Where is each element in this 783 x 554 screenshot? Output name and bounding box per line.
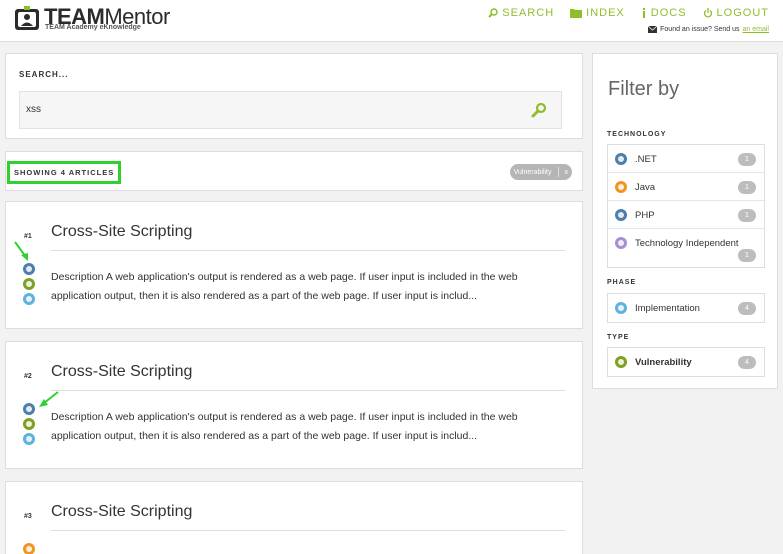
filter-item-java[interactable]: Java 1 bbox=[608, 173, 764, 201]
filter-title: Filter by bbox=[608, 78, 680, 100]
nav-logout-label: LOGOUT bbox=[716, 7, 769, 19]
technology-filter-list: .NET 1 Java 1 PHP 1 Technology Independe… bbox=[607, 144, 765, 268]
vulnerability-icon bbox=[23, 418, 35, 430]
title-divider bbox=[51, 390, 565, 391]
top-header: TEAMMentor TEAM Academy eKnowledge SEARC… bbox=[0, 0, 783, 42]
nav-docs[interactable]: DOCS bbox=[641, 7, 687, 19]
nav-index[interactable]: INDEX bbox=[570, 7, 625, 19]
filter-count-badge: 4 bbox=[738, 356, 756, 369]
filter-count-badge: 4 bbox=[738, 302, 756, 315]
active-filter-tag: Vulnerability x bbox=[509, 164, 572, 180]
article-title-link[interactable]: Cross-Site Scripting bbox=[51, 363, 192, 381]
article-description-line-1: Description A web application's output i… bbox=[51, 411, 518, 423]
tag-separator bbox=[557, 167, 559, 177]
filter-item-label: Technology Independent bbox=[635, 238, 739, 249]
article-number: #1 bbox=[24, 233, 32, 240]
vulnerability-icon bbox=[615, 356, 627, 368]
technology-label: TECHNOLOGY bbox=[607, 131, 667, 138]
search-panel: SEARCH... bbox=[5, 53, 583, 139]
filter-item-label: PHP bbox=[635, 210, 655, 221]
active-filter-label: Vulnerability bbox=[513, 168, 552, 176]
technology-independent-icon bbox=[615, 237, 627, 249]
filter-item-dotnet[interactable]: .NET 1 bbox=[608, 145, 764, 173]
filter-item-php[interactable]: PHP 1 bbox=[608, 201, 764, 229]
issue-text: Found an issue? Send us bbox=[660, 26, 740, 33]
article-title-link[interactable]: Cross-Site Scripting bbox=[51, 503, 192, 521]
brand-tagline: TEAM Academy eKnowledge bbox=[45, 24, 141, 31]
info-icon bbox=[642, 8, 645, 18]
remove-filter-button[interactable]: x bbox=[565, 169, 569, 176]
article-description: Description A web application's output i… bbox=[51, 268, 566, 306]
envelope-icon bbox=[648, 26, 658, 33]
search-input[interactable] bbox=[26, 104, 506, 115]
filter-count-badge: 1 bbox=[738, 249, 756, 262]
nav-index-label: INDEX bbox=[586, 7, 625, 19]
filter-item-label: Java bbox=[635, 182, 656, 193]
implementation-icon bbox=[23, 433, 35, 445]
filter-item-technology-independent[interactable]: Technology Independent 1 bbox=[608, 229, 764, 267]
search-label: SEARCH... bbox=[19, 70, 69, 79]
nav-search[interactable]: SEARCH bbox=[488, 7, 554, 19]
filter-item-label: Implementation bbox=[635, 303, 700, 314]
article-description: Description A web application's output i… bbox=[51, 408, 566, 446]
php-icon bbox=[615, 209, 627, 221]
phase-label: PHASE bbox=[607, 279, 637, 286]
article-description-line-2: application output, then it is also rend… bbox=[51, 430, 478, 442]
java-icon bbox=[23, 543, 35, 554]
showing-count: SHOWING 4 ARTICLES bbox=[7, 161, 122, 184]
team-mentor-logo-icon[interactable] bbox=[14, 6, 40, 32]
vulnerability-icon bbox=[23, 278, 35, 290]
article-number: #2 bbox=[24, 373, 32, 380]
type-label: TYPE bbox=[607, 334, 630, 341]
implementation-icon bbox=[23, 293, 35, 305]
phase-filter-list: Implementation 4 bbox=[607, 293, 765, 323]
issue-email-link[interactable]: an email bbox=[743, 26, 769, 33]
article-tech-icons bbox=[23, 403, 35, 445]
filter-item-implementation[interactable]: Implementation 4 bbox=[608, 294, 764, 322]
results-summary-panel: SHOWING 4 ARTICLES Vulnerability x bbox=[5, 151, 583, 191]
dotnet-icon bbox=[615, 153, 627, 165]
php-icon bbox=[23, 263, 35, 275]
article-tech-icons bbox=[23, 263, 35, 305]
nav-docs-label: DOCS bbox=[650, 7, 687, 19]
article-tech-icons bbox=[23, 543, 35, 554]
main-nav: SEARCH INDEX DOCS LOGOUT bbox=[488, 7, 769, 19]
search-icon bbox=[488, 8, 499, 18]
article-title-link[interactable]: Cross-Site Scripting bbox=[51, 223, 192, 241]
type-filter-list: Vulnerability 4 bbox=[607, 347, 765, 377]
filter-item-label: Vulnerability bbox=[635, 357, 692, 368]
folder-icon bbox=[570, 9, 583, 18]
search-submit-icon[interactable] bbox=[531, 102, 547, 118]
article-card: #2 Cross-Site Scripting Description A we… bbox=[5, 341, 583, 469]
article-number: #3 bbox=[24, 513, 32, 520]
java-icon bbox=[615, 181, 627, 193]
filter-count-badge: 1 bbox=[738, 209, 756, 222]
filter-count-badge: 1 bbox=[738, 153, 756, 166]
article-description-line-2: application output, then it is also rend… bbox=[51, 290, 478, 302]
report-issue: Found an issue? Send us an email bbox=[648, 26, 769, 33]
power-icon bbox=[703, 8, 712, 18]
article-card: #3 Cross-Site Scripting bbox=[5, 481, 583, 554]
dotnet-icon bbox=[23, 403, 35, 415]
nav-logout[interactable]: LOGOUT bbox=[703, 7, 769, 19]
filter-item-label: .NET bbox=[635, 154, 657, 165]
title-divider bbox=[51, 530, 565, 531]
article-card: #1 Cross-Site Scripting Description A we… bbox=[5, 201, 583, 329]
filter-count-badge: 1 bbox=[738, 181, 756, 194]
filter-panel: Filter by TECHNOLOGY .NET 1 Java 1 PHP 1… bbox=[592, 53, 778, 389]
nav-search-label: SEARCH bbox=[502, 7, 555, 19]
filter-item-vulnerability[interactable]: Vulnerability 4 bbox=[608, 348, 764, 376]
implementation-icon bbox=[615, 302, 627, 314]
title-divider bbox=[51, 250, 565, 251]
search-box bbox=[19, 91, 562, 129]
article-description-line-1: Description A web application's output i… bbox=[51, 271, 518, 283]
